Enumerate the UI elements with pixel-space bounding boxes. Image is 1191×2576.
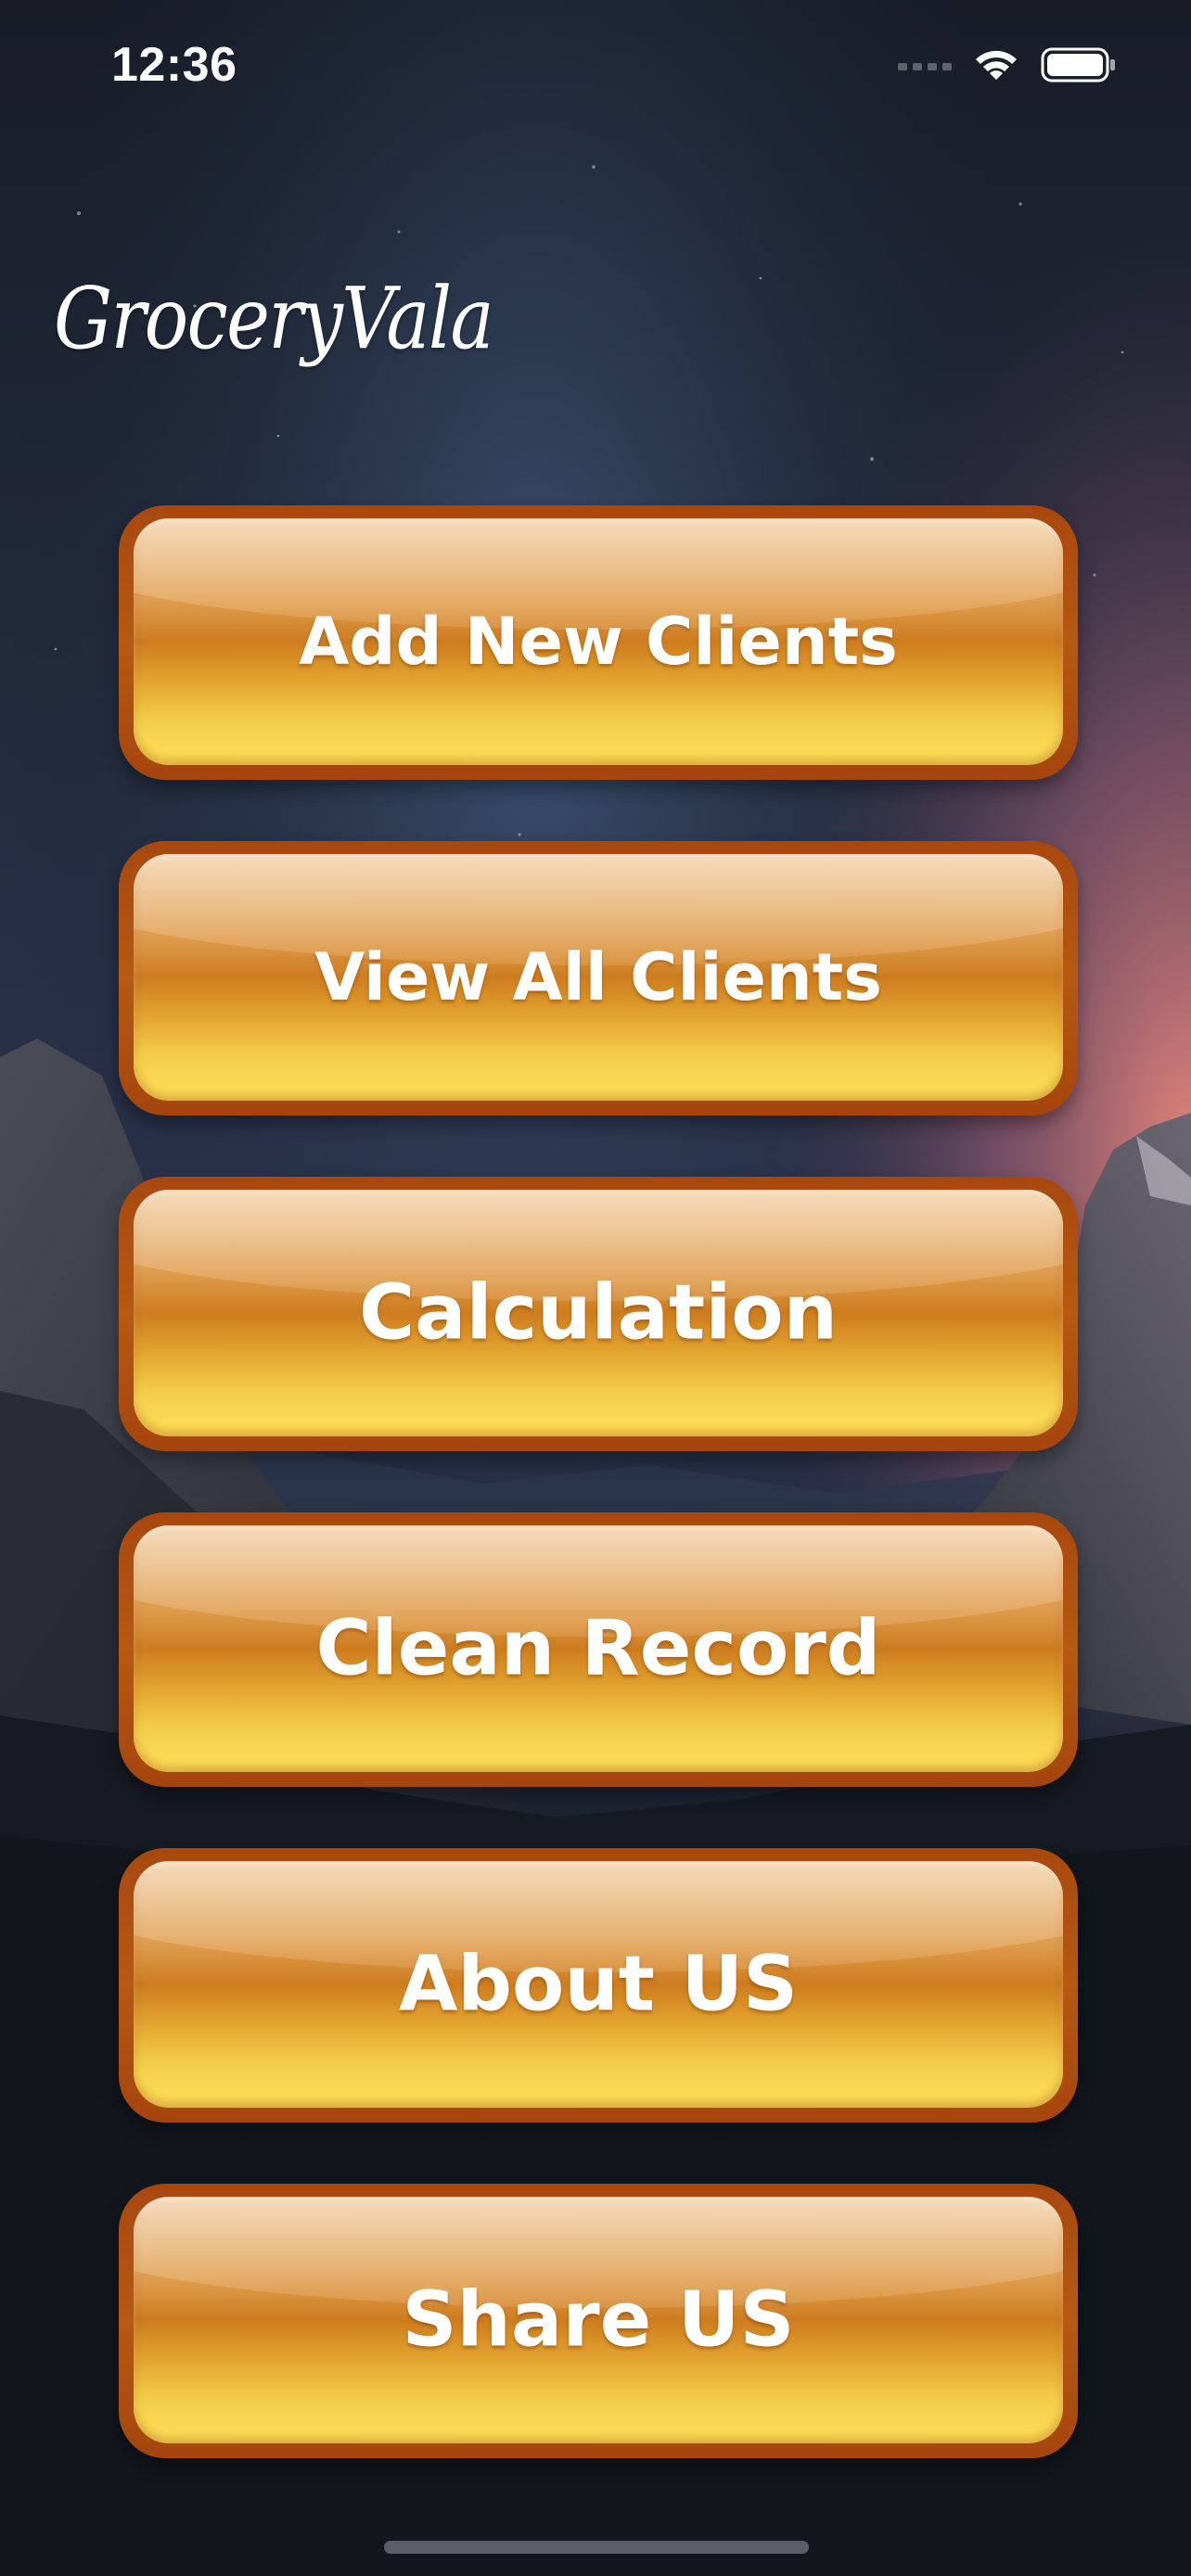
app-title: GroceryVala <box>54 269 494 368</box>
button-face: Share US <box>134 2197 1063 2443</box>
button-label: About US <box>398 1940 799 2029</box>
cellular-signal-icon <box>898 58 952 76</box>
clean-record-button[interactable]: Clean Record <box>119 1512 1078 1787</box>
home-indicator[interactable] <box>384 2541 809 2554</box>
button-face: Clean Record <box>134 1525 1063 1772</box>
button-label: Calculation <box>358 1269 839 1358</box>
add-new-clients-button[interactable]: Add New Clients <box>119 505 1078 780</box>
app-screen: 12:36 GroceryVala Add New Clients View A… <box>0 0 1191 2576</box>
battery-icon <box>1041 46 1117 87</box>
button-face: Add New Clients <box>134 518 1063 765</box>
about-us-button[interactable]: About US <box>119 1848 1078 2123</box>
button-label: Add New Clients <box>299 604 898 680</box>
status-icons <box>898 45 1117 89</box>
button-label: Share US <box>402 2276 795 2365</box>
main-menu: Add New Clients View All Clients Calcula… <box>119 505 1078 2458</box>
button-label: Clean Record <box>315 1604 881 1693</box>
wifi-icon <box>972 46 1020 87</box>
button-face: Calculation <box>134 1190 1063 1436</box>
view-all-clients-button[interactable]: View All Clients <box>119 841 1078 1116</box>
calculation-button[interactable]: Calculation <box>119 1177 1078 1451</box>
status-time: 12:36 <box>111 38 237 92</box>
button-label: View All Clients <box>314 939 882 1015</box>
status-bar: 12:36 <box>0 0 1191 130</box>
button-face: View All Clients <box>134 854 1063 1101</box>
button-face: About US <box>134 1861 1063 2108</box>
share-us-button[interactable]: Share US <box>119 2184 1078 2458</box>
